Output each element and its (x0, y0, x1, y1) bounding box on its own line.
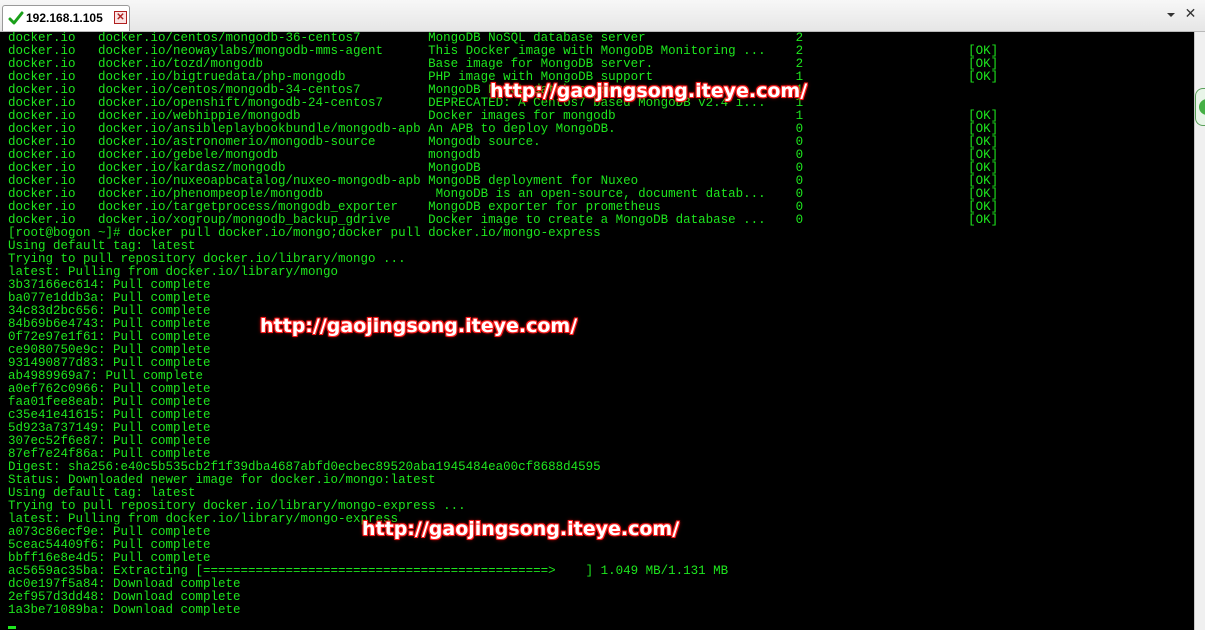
terminal-output[interactable]: docker.io docker.io/centos/mongodb-36-ce… (0, 32, 1194, 630)
terminal-cursor (8, 626, 16, 629)
window-close-icon[interactable]: ✕ (1184, 6, 1197, 20)
tab-close-icon[interactable]: ✕ (114, 11, 127, 24)
session-tab-bar: 192.168.1.105 ✕ ✕ (0, 0, 1205, 32)
connected-check-icon (8, 11, 24, 25)
side-panel-toggle[interactable] (1195, 88, 1205, 126)
terminal-line: 1a3be71089ba: Download complete (8, 603, 241, 617)
watermark-text: http://gaojingsong.iteye.com/ (362, 518, 680, 540)
session-tab[interactable]: 192.168.1.105 ✕ (2, 5, 130, 31)
tab-list-dropdown-icon[interactable] (1166, 10, 1176, 20)
watermark-text: http://gaojingsong.iteye.com/ (490, 80, 808, 102)
session-tab-label: 192.168.1.105 (26, 11, 103, 25)
side-panel-indicator-icon (1199, 99, 1205, 115)
watermark-text: http://gaojingsong.iteye.com/ (260, 315, 578, 337)
